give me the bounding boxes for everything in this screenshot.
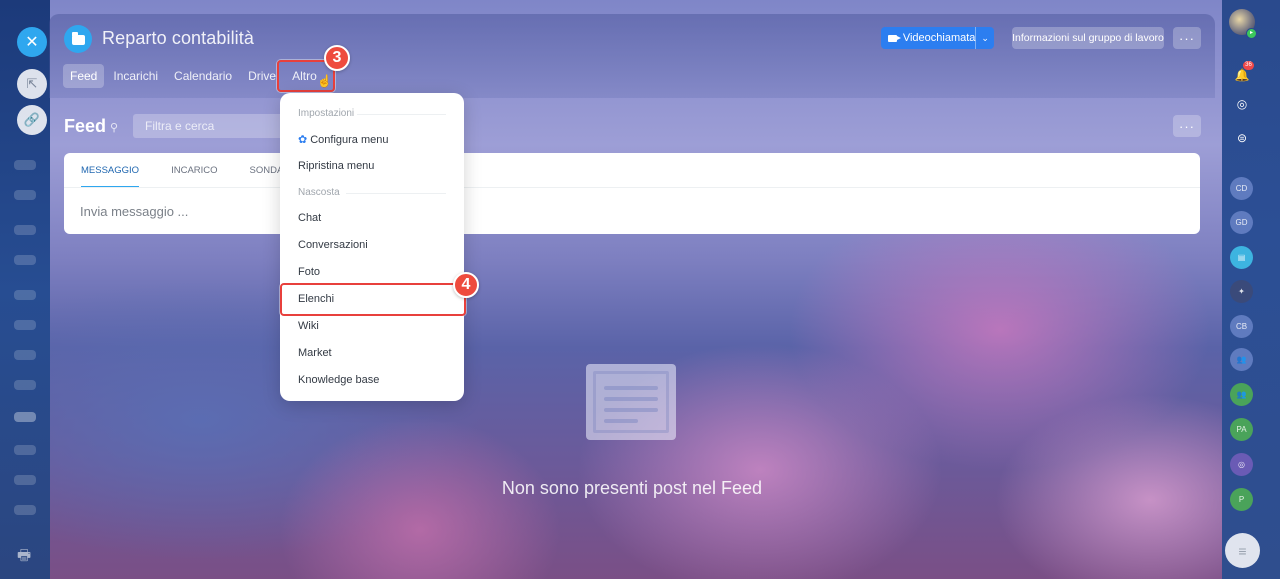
filter-search-input[interactable] (133, 114, 283, 138)
pin-icon[interactable]: ⚲ (110, 121, 118, 134)
close-icon: ✕ (25, 34, 39, 51)
print-icon[interactable]: 🖶 (17, 545, 31, 570)
rail-item[interactable] (14, 160, 36, 170)
status-icon: ▸ (1246, 28, 1257, 39)
menu-item-foto[interactable]: Foto (298, 266, 320, 278)
chevron-down-icon[interactable]: ⌄ (976, 33, 994, 44)
feed-title: Feed (64, 116, 107, 136)
group-green-icon[interactable]: 👥 (1230, 383, 1253, 406)
section-hidden: Nascosta (298, 187, 340, 198)
highlight-elenchi (280, 283, 466, 316)
rail-item[interactable] (14, 445, 36, 455)
avatar-pa[interactable]: PA (1230, 418, 1253, 441)
rail-item[interactable] (14, 290, 36, 300)
tab-calendario[interactable]: Calendario (167, 64, 239, 88)
group-icon[interactable]: 👥 (1230, 348, 1253, 371)
rail-item[interactable] (14, 190, 36, 200)
video-call-button[interactable]: Videochiamata ⌄ (881, 27, 994, 49)
menu-icon[interactable]: ≡ (1225, 533, 1260, 568)
video-call-label: Videochiamata (902, 32, 976, 44)
empty-feed-message: Non sono presenti post nel Feed (501, 478, 763, 498)
empty-feed-icon (586, 364, 676, 440)
more-button[interactable]: ··· (1173, 27, 1201, 49)
rail-item[interactable] (14, 225, 36, 235)
link-icon: 🔗 (23, 112, 41, 127)
external-link-icon: ⇱ (26, 76, 38, 91)
folder-icon (64, 25, 92, 53)
reset-menu-item[interactable]: Ripristina menu (298, 160, 374, 172)
tab-incarichi[interactable]: Incarichi (106, 64, 165, 88)
menu-item-market[interactable]: Market (298, 347, 332, 359)
open-new-window-button[interactable]: ⇱ (17, 69, 47, 99)
step-badge-4: 4 (453, 272, 479, 298)
configure-menu-item[interactable]: ✿ Configura menu (298, 133, 389, 146)
feed-more-button[interactable]: ··· (1173, 115, 1201, 137)
hand-cursor-icon: ☝ (317, 74, 332, 88)
close-slider-button[interactable]: ✕ (17, 27, 47, 57)
workgroup-panel: Reparto contabilità Videochiamata ⌄ Info… (49, 14, 1215, 579)
chat-search-icon[interactable]: ⊜ (1230, 126, 1254, 150)
rail-item[interactable] (14, 255, 36, 265)
workgroup-info-button[interactable]: Informazioni sul gruppo di lavoro (1012, 27, 1164, 49)
avatar-cd[interactable]: CD (1230, 177, 1253, 200)
avatar-gd[interactable]: GD (1230, 211, 1253, 234)
post-composer: MESSAGGIO INCARICO SONDAGG Invia messagg… (64, 153, 1200, 234)
rail-item[interactable] (14, 505, 36, 515)
send-message-input[interactable]: Invia messaggio ... (80, 204, 188, 219)
chat-icon[interactable]: ▤ (1230, 246, 1253, 269)
composer-tab-task[interactable]: INCARICO (171, 165, 217, 188)
tab-feed[interactable]: Feed (63, 64, 105, 88)
altro-dropdown-menu: Impostazioni ✿ Configura menu Ripristina … (280, 93, 464, 401)
menu-item-conversazioni[interactable]: Conversazioni (298, 239, 368, 251)
rail-item[interactable] (14, 320, 36, 330)
target-avatar-icon[interactable]: ◎ (1230, 453, 1253, 476)
target-icon[interactable]: ◎ (1230, 92, 1254, 116)
menu-item-chat[interactable]: Chat (298, 212, 321, 224)
menu-item-wiki[interactable]: Wiki (298, 320, 319, 332)
composer-tab-message[interactable]: MESSAGGIO (81, 165, 140, 188)
group-title: Reparto contabilità (102, 28, 254, 48)
menu-item-knowledge-base[interactable]: Knowledge base (298, 374, 379, 386)
step-badge-3: 3 (324, 45, 350, 71)
copy-link-button[interactable]: 🔗 (17, 105, 47, 135)
avatar-p[interactable]: P (1230, 488, 1253, 511)
rail-item[interactable] (14, 350, 36, 360)
avatar-cb[interactable]: CB (1230, 315, 1253, 338)
video-camera-icon (888, 34, 901, 42)
rail-item-active[interactable] (14, 412, 36, 422)
gear-icon: ✿ (298, 134, 308, 146)
rail-item[interactable] (14, 380, 36, 390)
notification-count-badge: 36 (1243, 61, 1254, 70)
section-settings: Impostazioni (298, 108, 355, 119)
rail-item[interactable] (14, 475, 36, 485)
avatar-image[interactable]: ✦ (1230, 280, 1253, 303)
